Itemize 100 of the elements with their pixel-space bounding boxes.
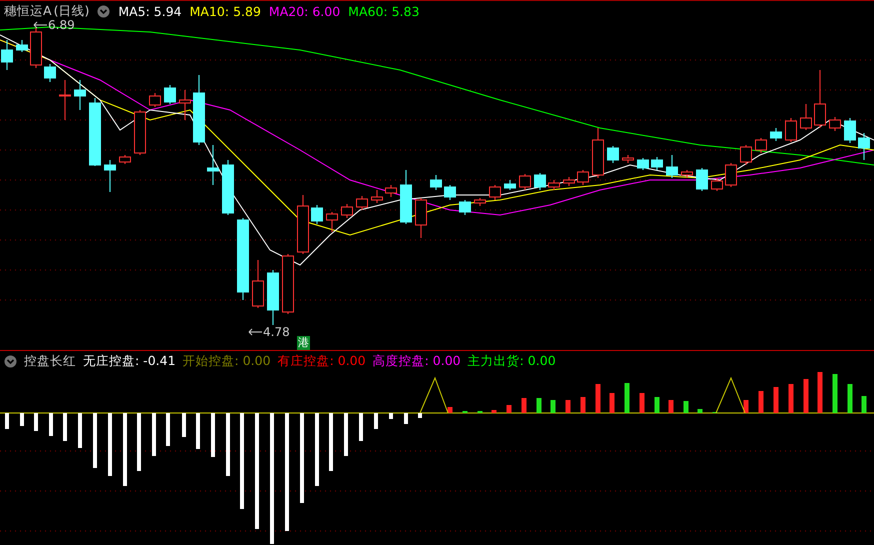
- ma-legend-value: MA10: 5.89: [190, 4, 261, 19]
- indicator-bar: [478, 411, 482, 413]
- candlestick: [164, 84, 176, 104]
- indicator-bar: [374, 413, 378, 429]
- indicator-bar: [492, 410, 496, 413]
- signal-spike-line: [420, 376, 448, 414]
- candlestick: [844, 118, 856, 144]
- indicator-bar: [506, 405, 512, 413]
- market-badge: 港: [297, 336, 310, 350]
- candlestick: [814, 70, 826, 128]
- candlestick: [725, 162, 737, 188]
- candlestick: [800, 104, 812, 130]
- indicator-bar: [93, 413, 97, 468]
- indicator-bar: [698, 409, 702, 413]
- candlestick: [444, 184, 456, 200]
- stock-name: 穗恒运A: [4, 3, 52, 20]
- indicator-bar: [580, 397, 586, 413]
- indicator-bar: [78, 413, 82, 448]
- candlestick: [681, 170, 693, 178]
- indicator-bar: [818, 372, 822, 413]
- candlestick: [222, 160, 234, 216]
- indicator-legend-value: 开始控盘: 0.00: [182, 352, 271, 370]
- candlestick: [179, 90, 191, 120]
- indicator-bar: [359, 413, 363, 441]
- indicator-bar: [640, 393, 644, 413]
- candlestick: [326, 212, 338, 232]
- candlestick: [44, 64, 56, 82]
- candlestick: [592, 128, 604, 178]
- indicator-name: 控盘长红: [24, 352, 76, 370]
- candlestick: [371, 190, 383, 204]
- candlestick: [666, 154, 678, 178]
- candlestick: [16, 40, 28, 52]
- candlestick: [341, 204, 353, 218]
- candlestick: [74, 80, 86, 110]
- candlestick: [430, 174, 442, 190]
- indicator-legend-value: 高度控盘: 0.00: [372, 352, 461, 370]
- candlestick: [563, 176, 575, 186]
- candlestick: [504, 180, 516, 190]
- indicator-bar: [34, 413, 38, 431]
- candlestick: [267, 270, 279, 326]
- candlestick: [134, 110, 146, 156]
- indicator-bar: [182, 413, 186, 437]
- indicator-bar: [758, 391, 764, 413]
- indicator-bar: [550, 400, 556, 413]
- indicator-bar: [344, 413, 348, 456]
- candlestick: [607, 146, 619, 164]
- candlestick: [548, 180, 560, 190]
- indicator-bar: [152, 413, 156, 456]
- indicator-bar: [63, 413, 67, 441]
- candlestick: [119, 154, 131, 164]
- signal-spike-line: [716, 376, 746, 414]
- indicator-bar: [804, 379, 808, 413]
- indicator-bar: [774, 387, 778, 413]
- indicator-bar: [5, 413, 9, 429]
- indicator-bar: [862, 396, 866, 413]
- candlestick: [489, 184, 501, 200]
- indicator-bar: [668, 400, 674, 413]
- indicator-bar: [462, 411, 468, 413]
- dropdown-icon[interactable]: [4, 354, 17, 368]
- candlestick: [637, 158, 649, 170]
- candlestick: [30, 28, 42, 68]
- indicator-bar: [848, 384, 852, 413]
- indicator-legend-value: 主力出货: 0.00: [468, 352, 556, 370]
- candlestick: [104, 160, 116, 192]
- candlestick: [193, 74, 205, 146]
- indicator-bar: [832, 374, 838, 413]
- arrow-icon: [33, 21, 47, 29]
- indicator-bar: [566, 400, 570, 413]
- candlestick: [577, 170, 589, 186]
- indicator-bar: [211, 413, 215, 457]
- candlestick: [651, 156, 663, 170]
- indicator-bar: [404, 413, 408, 424]
- indicator-bar: [654, 397, 660, 413]
- indicator-bar: [522, 398, 526, 413]
- indicator-legend-value: 有庄控盘: 0.00: [278, 352, 366, 370]
- candlestick: [740, 144, 752, 166]
- ma-legend-value: MA5: 5.94: [118, 4, 182, 19]
- ma-legend-value: MA60: 5.83: [348, 4, 420, 19]
- candlestick: [785, 118, 797, 142]
- candlestick: [711, 178, 723, 192]
- indicator-bar: [624, 383, 630, 413]
- candlestick: [534, 172, 546, 190]
- candlestick: [829, 116, 841, 132]
- dropdown-icon[interactable]: [97, 5, 110, 18]
- indicator-bar: [610, 393, 614, 413]
- indicator-bar: [536, 398, 542, 413]
- indicator-legend-value: 无庄控盘: -0.41: [83, 352, 176, 370]
- candlestick: [755, 138, 767, 154]
- period-label: (日线): [54, 3, 90, 20]
- ma-legend-value: MA20: 6.00: [268, 4, 340, 19]
- indicator-bar: [684, 401, 688, 413]
- indicator-bar: [448, 407, 452, 413]
- candlestick: [519, 174, 531, 190]
- candlestick: [385, 184, 397, 198]
- candlestick: [356, 196, 368, 210]
- candlestick: [696, 168, 708, 192]
- indicator-bar: [788, 384, 794, 413]
- candlestick: [415, 198, 427, 238]
- indicator-bar: [744, 400, 748, 413]
- candlestick: [282, 254, 294, 314]
